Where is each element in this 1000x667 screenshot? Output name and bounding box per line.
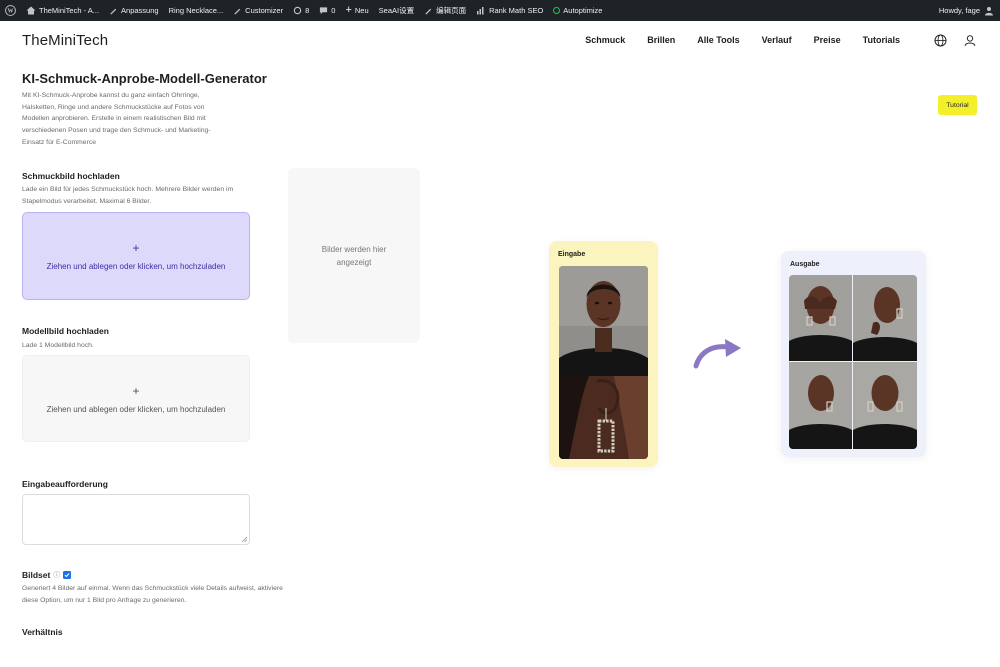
output-image-4 xyxy=(853,362,917,449)
bildset-label: Bildset xyxy=(22,570,51,580)
customizer-menu[interactable]: Customizer xyxy=(228,0,288,21)
tutorial-button[interactable]: Tutorial xyxy=(938,95,977,115)
input-card-label: Eingabe xyxy=(558,251,586,258)
jewelry-upload-title: Schmuckbild hochladen xyxy=(22,171,120,181)
plus-icon: + xyxy=(132,241,140,255)
arrow-right-icon xyxy=(693,339,741,369)
wordpress-logo-icon[interactable]: W xyxy=(0,0,21,21)
jewelry-dropzone[interactable]: + Ziehen und ablegen oder klicken, um ho… xyxy=(22,212,250,300)
site-header: TheMiniTech Schmuck Brillen Alle Tools V… xyxy=(0,21,1000,61)
output-image-3 xyxy=(789,362,852,449)
output-card-label: Ausgabe xyxy=(790,261,820,268)
autoptimize-menu[interactable]: Autoptimize xyxy=(548,0,607,21)
comments-count: 0 xyxy=(331,6,336,15)
brush-icon xyxy=(110,8,117,15)
seaai-settings-label: SeaAI设置 xyxy=(378,6,415,15)
new-content-menu[interactable]: + Neu xyxy=(340,0,373,21)
nav-item-alle-tools[interactable]: Alle Tools xyxy=(675,35,739,45)
resize-handle-icon[interactable] xyxy=(241,536,247,542)
pencil-icon xyxy=(234,8,241,15)
example-output-card: Ausgabe xyxy=(781,251,926,457)
preview-placeholder-text: Bilder werden hier angezeigt xyxy=(321,244,387,267)
page-title: KI-Schmuck-Anprobe-Modell-Generator xyxy=(22,71,267,86)
autoptimize-label: Autoptimize xyxy=(563,6,603,15)
result-preview-area: Bilder werden hier angezeigt xyxy=(288,168,420,343)
customize-label: Anpassung xyxy=(121,6,159,15)
edit-product-label: Ring Necklace... xyxy=(168,6,224,15)
model-portrait-image xyxy=(559,266,648,376)
bildset-description: Generiert 4 Bilder auf einmal. Wenn das … xyxy=(22,585,283,604)
globe-icon[interactable] xyxy=(934,34,947,47)
prompt-textarea[interactable] xyxy=(22,494,250,545)
customize-menu[interactable]: Anpassung xyxy=(104,0,164,21)
site-logo[interactable]: TheMiniTech xyxy=(22,32,108,49)
main-nav: Schmuck Brillen Alle Tools Verlauf Preis… xyxy=(563,35,900,45)
refresh-icon xyxy=(293,6,302,15)
example-input-card: Eingabe xyxy=(549,241,658,467)
user-avatar-icon xyxy=(985,6,993,15)
rank-math-icon xyxy=(477,7,484,15)
pencil-icon xyxy=(425,8,432,15)
model-upload-description: Lade 1 Modellbild hoch. xyxy=(22,342,94,349)
nav-item-verlauf[interactable]: Verlauf xyxy=(740,35,792,45)
seaai-settings-menu[interactable]: SeaAI设置 xyxy=(374,0,419,21)
home-icon xyxy=(26,6,36,15)
status-dot-icon xyxy=(553,7,561,14)
admin-bar: W TheMiniTech - A... Anpassung Ring Neck… xyxy=(0,0,1000,21)
my-account-menu[interactable]: Howdy, fage xyxy=(939,6,1000,16)
info-icon[interactable]: ⓘ xyxy=(53,570,60,580)
jewelry-dropzone-label: Ziehen und ablegen oder klicken, um hoch… xyxy=(46,262,226,271)
model-dropzone-label: Ziehen und ablegen oder klicken, um hoch… xyxy=(46,404,226,414)
edit-product-menu[interactable]: Ring Necklace... xyxy=(164,0,229,21)
edit-page-menu[interactable]: 编辑页面 xyxy=(419,0,471,21)
jewelry-upload-description: Lade ein Bild für jedes Schmuckstück hoc… xyxy=(22,186,234,205)
bildset-row: Bildset ⓘ xyxy=(22,570,72,580)
updates-menu[interactable]: 8 xyxy=(288,0,314,21)
nav-item-brillen[interactable]: Brillen xyxy=(625,35,675,45)
user-icon[interactable] xyxy=(964,34,976,47)
comments-menu[interactable]: 0 xyxy=(314,0,340,21)
model-dropzone[interactable]: + Ziehen und ablegen oder klicken, um ho… xyxy=(22,355,250,442)
rank-math-label: Rank Math SEO xyxy=(489,6,544,15)
nav-item-preise[interactable]: Preise xyxy=(792,35,841,45)
page-description: Mit KI-Schmuck-Anprobe kannst du ganz ei… xyxy=(22,92,211,146)
site-name-menu[interactable]: TheMiniTech - A... xyxy=(21,0,104,21)
output-image-2 xyxy=(853,275,917,361)
svg-text:W: W xyxy=(7,9,13,15)
check-icon xyxy=(64,573,70,578)
edit-page-label: 编辑页面 xyxy=(436,6,467,15)
customizer-label: Customizer xyxy=(245,6,284,15)
rank-math-menu[interactable]: Rank Math SEO xyxy=(471,0,548,21)
new-content-label: Neu xyxy=(354,6,369,15)
output-image-1 xyxy=(789,275,852,361)
nav-item-schmuck[interactable]: Schmuck xyxy=(563,35,625,45)
plus-icon: + xyxy=(132,383,140,398)
howdy-label: Howdy, fage xyxy=(938,6,980,15)
model-upload-title: Modellbild hochladen xyxy=(22,326,109,336)
earring-closeup-image xyxy=(559,376,648,459)
plus-icon: + xyxy=(345,4,352,16)
ratio-title: Verhältnis xyxy=(22,627,63,637)
prompt-title: Eingabeaufforderung xyxy=(22,479,108,489)
nav-item-tutorials[interactable]: Tutorials xyxy=(841,35,900,45)
bildset-checkbox[interactable] xyxy=(63,571,72,579)
comment-icon xyxy=(320,7,328,15)
site-name-label: TheMiniTech - A... xyxy=(39,6,100,15)
updates-count: 8 xyxy=(305,6,310,15)
